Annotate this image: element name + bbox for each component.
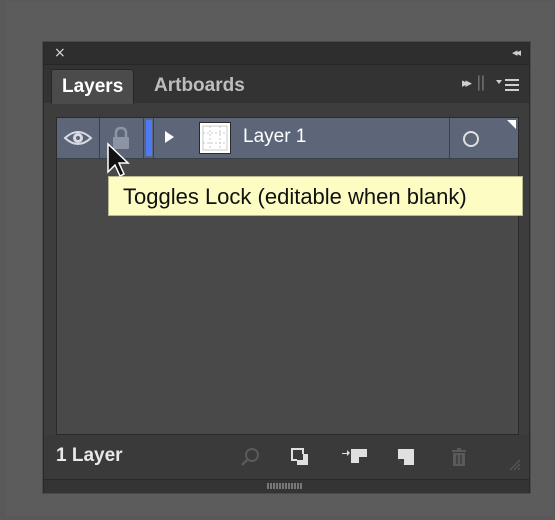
panel-menu-icon[interactable] [495, 77, 521, 93]
locate-object-icon[interactable] [240, 447, 260, 467]
tab-bar: Layers Artboards ▸▸ || [44, 65, 529, 104]
separator-icon: || [476, 74, 485, 91]
expand-triangle-icon[interactable] [165, 131, 174, 143]
tooltip: Toggles Lock (editable when blank) [108, 176, 523, 216]
panel-footer: 1 Layer [44, 435, 529, 479]
layers-panel: × ◂◂ Layers Artboards ▸▸ || Layer 1 1 La… [43, 42, 530, 493]
eye-icon[interactable] [57, 118, 99, 158]
close-icon[interactable]: × [54, 45, 66, 61]
tab-artboards[interactable]: Artboards [144, 69, 255, 103]
layer-color-indicator [146, 120, 152, 156]
layer-name[interactable]: Layer 1 [243, 126, 306, 148]
collapse-panel-icon[interactable]: ◂◂ [512, 45, 521, 61]
grip-lines-icon [267, 483, 302, 489]
cell-divider [153, 118, 154, 158]
target-circle-icon[interactable] [449, 118, 518, 158]
new-sublayer-icon[interactable] [341, 447, 369, 467]
cell-divider [143, 118, 144, 158]
layer-count: 1 Layer [56, 445, 123, 466]
more-tabs-icon[interactable]: ▸▸ [462, 76, 472, 91]
panel-drag-handle[interactable] [44, 479, 529, 493]
trash-icon[interactable] [449, 447, 469, 467]
mouse-cursor-icon [106, 142, 132, 180]
resize-grip-icon[interactable] [507, 457, 521, 471]
selection-flag-icon [507, 120, 516, 129]
clipping-mask-icon[interactable] [290, 447, 310, 467]
target-ring [463, 131, 479, 147]
layer-thumbnail [199, 122, 231, 154]
panel-titlebar: × ◂◂ [44, 43, 529, 65]
new-layer-icon[interactable] [396, 447, 416, 467]
tab-layers[interactable]: Layers [51, 69, 135, 104]
